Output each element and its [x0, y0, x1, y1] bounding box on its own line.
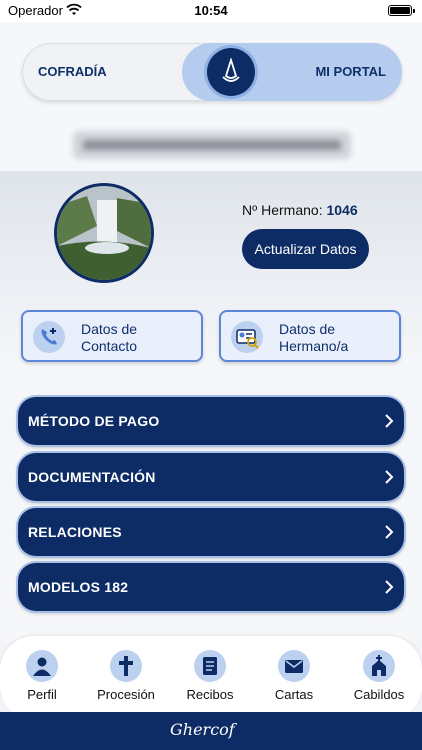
models-182-row[interactable]: MODELOS 182	[18, 563, 404, 611]
member-number: Nº Hermano: 1046	[242, 202, 358, 218]
member-data-line2: Hermano/a	[279, 338, 349, 354]
church-icon	[363, 650, 395, 682]
tab-procesion-label: Procesión	[97, 687, 155, 702]
tab-cartas-label: Cartas	[274, 687, 314, 702]
member-number-value: 1046	[326, 202, 358, 218]
contact-data-text: Datos de Contacto	[81, 321, 137, 355]
receipt-icon	[194, 650, 226, 682]
documentation-row[interactable]: DOCUMENTACIÓN	[18, 453, 404, 501]
tab-perfil-label: Perfil	[27, 687, 57, 702]
contact-data-card[interactable]: Datos de Contacto	[21, 310, 203, 362]
mail-icon	[278, 650, 310, 682]
tab-cabildos-label: Cabildos	[353, 687, 405, 702]
chevron-right-icon	[385, 525, 394, 539]
member-data-line1: Datos de	[279, 321, 336, 337]
cross-icon	[110, 650, 142, 682]
member-number-label: Nº Hermano:	[242, 202, 323, 218]
tab-recibos-label: Recibos	[186, 687, 234, 702]
contact-data-line1: Datos de	[81, 321, 138, 337]
battery-icon	[388, 5, 415, 16]
member-data-text: Datos de Hermano/a	[279, 321, 348, 355]
clock: 10:54	[194, 3, 228, 18]
tab-perfil[interactable]: Perfil	[2, 650, 82, 702]
footer-bar: Ghercof	[0, 712, 422, 750]
tab-cartas[interactable]: Cartas	[254, 650, 334, 702]
id-card-icon	[231, 321, 263, 353]
portal-toggle[interactable]: COFRADÍA MI PORTAL	[22, 43, 402, 101]
tab-cabildos[interactable]: Cabildos	[339, 650, 419, 702]
relations-label: RELACIONES	[28, 524, 122, 540]
ghercof-logo: Ghercof	[170, 720, 235, 739]
tab-procesion[interactable]: Procesión	[86, 650, 166, 702]
chevron-right-icon	[385, 470, 394, 484]
member-data-card[interactable]: Datos de Hermano/a	[219, 310, 401, 362]
avatar[interactable]	[54, 183, 154, 283]
bottom-tab-bar: Perfil Procesión Recibos Cartas Cabildos	[0, 636, 422, 720]
toggle-cofradia-label[interactable]: COFRADÍA	[38, 43, 107, 101]
chevron-right-icon	[385, 580, 394, 594]
contact-data-line2: Contacto	[81, 338, 138, 354]
models-182-label: MODELOS 182	[28, 579, 129, 595]
status-bar: Operador 10:54	[0, 0, 422, 22]
capirote-icon	[222, 58, 240, 82]
payment-method-label: MÉTODO DE PAGO	[28, 413, 160, 429]
toggle-mi-portal-label[interactable]: MI PORTAL	[315, 43, 386, 101]
phone-plus-icon	[33, 321, 65, 353]
chevron-right-icon	[385, 414, 394, 428]
tab-recibos[interactable]: Recibos	[170, 650, 250, 702]
payment-method-row[interactable]: MÉTODO DE PAGO	[18, 397, 404, 445]
waterfall-photo	[57, 186, 151, 280]
member-name-redacted	[73, 131, 351, 159]
person-icon	[26, 650, 58, 682]
toggle-knob[interactable]	[207, 48, 255, 96]
documentation-label: DOCUMENTACIÓN	[28, 469, 156, 485]
update-data-button[interactable]: Actualizar Datos	[242, 229, 369, 269]
relations-row[interactable]: RELACIONES	[18, 508, 404, 556]
